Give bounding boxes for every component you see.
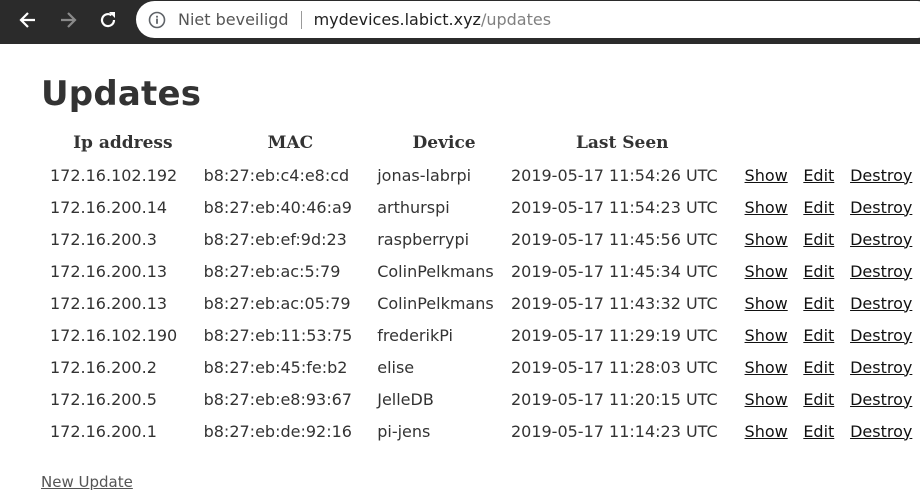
cell-last-seen: 2019-05-17 11:45:34 UTC (510, 261, 718, 281)
cell-device: jonas-labrpi (377, 165, 472, 185)
cell-ip: 172.16.200.3 (50, 229, 157, 249)
forward-arrow-icon (61, 12, 77, 28)
column-header-ip: Ip address (73, 133, 173, 153)
cell-ip: 172.16.200.5 (50, 389, 157, 409)
show-link[interactable]: Show (745, 326, 788, 345)
column-header-empty (745, 127, 804, 159)
show-link[interactable]: Show (745, 422, 788, 441)
cell-ip: 172.16.102.192 (50, 165, 178, 185)
cell-ip: 172.16.200.13 (50, 293, 168, 313)
show-link[interactable]: Show (745, 294, 788, 313)
show-link[interactable]: Show (745, 262, 788, 281)
cell-device: arthurspi (377, 197, 450, 217)
table-header-row: Ip address MAC Device Last Seen (42, 127, 920, 159)
cell-mac: b8:27:eb:c4:e8:cd (203, 165, 350, 185)
table-row: 172.16.200.5 b8:27:eb:e8:93:67 JelleDB 2… (42, 383, 920, 415)
cell-device: frederikPi (377, 325, 453, 345)
destroy-link[interactable]: Destroy (850, 230, 912, 249)
show-link[interactable]: Show (745, 358, 788, 377)
updates-table: Ip address MAC Device Last Seen 172.16.1… (42, 127, 920, 447)
cell-last-seen: 2019-05-17 11:45:56 UTC (510, 229, 718, 249)
table-row: 172.16.200.1 b8:27:eb:de:92:16 pi-jens 2… (42, 415, 920, 447)
cell-device: elise (377, 357, 415, 377)
cell-last-seen: 2019-05-17 11:28:03 UTC (510, 357, 718, 377)
destroy-link[interactable]: Destroy (850, 198, 912, 217)
destroy-link[interactable]: Destroy (850, 390, 912, 409)
table-body: 172.16.102.192 b8:27:eb:c4:e8:cd jonas-l… (42, 159, 920, 447)
destroy-link[interactable]: Destroy (850, 358, 912, 377)
url-path: /updates (480, 10, 552, 29)
cell-mac: b8:27:eb:ac:05:79 (203, 293, 351, 313)
cell-mac: b8:27:eb:ac:5:79 (203, 261, 341, 281)
show-link[interactable]: Show (745, 166, 788, 185)
cell-last-seen: 2019-05-17 11:54:26 UTC (510, 165, 718, 185)
back-arrow-icon (19, 12, 35, 28)
table-row: 172.16.200.14 b8:27:eb:40:46:a9 arthursp… (42, 191, 920, 223)
show-link[interactable]: Show (745, 230, 788, 249)
cell-mac: b8:27:eb:11:53:75 (203, 325, 353, 345)
cell-last-seen: 2019-05-17 11:43:32 UTC (510, 293, 718, 313)
edit-link[interactable]: Edit (803, 294, 834, 313)
cell-ip: 172.16.200.13 (50, 261, 168, 281)
destroy-link[interactable]: Destroy (850, 262, 912, 281)
cell-device: ColinPelkmans (377, 293, 494, 313)
cell-mac: b8:27:eb:e8:93:67 (203, 389, 352, 409)
edit-link[interactable]: Edit (803, 422, 834, 441)
edit-link[interactable]: Edit (803, 166, 834, 185)
reload-icon (100, 12, 116, 28)
browser-toolbar: Niet beveiligd mydevices.labict.xyz/upda… (0, 0, 920, 44)
address-bar[interactable]: Niet beveiligd mydevices.labict.xyz/upda… (136, 1, 920, 38)
cell-mac: b8:27:eb:45:fe:b2 (203, 357, 348, 377)
cell-device: pi-jens (377, 421, 431, 441)
column-header-mac: MAC (267, 133, 314, 153)
cell-last-seen: 2019-05-17 11:20:15 UTC (510, 389, 718, 409)
cell-ip: 172.16.200.1 (50, 421, 157, 441)
cell-device: raspberrypi (377, 229, 470, 249)
edit-link[interactable]: Edit (803, 358, 834, 377)
edit-link[interactable]: Edit (803, 230, 834, 249)
column-header-device: Device (412, 133, 476, 153)
cell-device: ColinPelkmans (377, 261, 494, 281)
cell-mac: b8:27:eb:de:92:16 (203, 421, 352, 441)
cell-last-seen: 2019-05-17 11:29:19 UTC (510, 325, 718, 345)
new-update-link[interactable]: New Update (41, 473, 133, 491)
cell-ip: 172.16.200.2 (50, 357, 157, 377)
page-title: Updates (41, 74, 202, 114)
show-link[interactable]: Show (745, 390, 788, 409)
table-row: 172.16.200.3 b8:27:eb:ef:9d:23 raspberry… (42, 223, 920, 255)
table-row: 172.16.102.190 b8:27:eb:11:53:75 frederi… (42, 319, 920, 351)
show-link[interactable]: Show (745, 198, 788, 217)
column-header-empty (850, 127, 920, 159)
edit-link[interactable]: Edit (803, 326, 834, 345)
info-icon[interactable] (148, 11, 166, 29)
forward-button[interactable] (48, 0, 88, 40)
edit-link[interactable]: Edit (803, 390, 834, 409)
cell-mac: b8:27:eb:ef:9d:23 (203, 229, 347, 249)
table-row: 172.16.200.2 b8:27:eb:45:fe:b2 elise 201… (42, 351, 920, 383)
column-header-empty (803, 127, 850, 159)
security-status: Niet beveiligd (178, 10, 289, 29)
edit-link[interactable]: Edit (803, 262, 834, 281)
edit-link[interactable]: Edit (803, 198, 834, 217)
cell-device: JelleDB (377, 389, 434, 409)
table-row: 172.16.200.13 b8:27:eb:ac:5:79 ColinPelk… (42, 255, 920, 287)
cell-ip: 172.16.102.190 (50, 325, 178, 345)
table-row: 172.16.102.192 b8:27:eb:c4:e8:cd jonas-l… (42, 159, 920, 191)
address-separator (300, 10, 302, 29)
cell-last-seen: 2019-05-17 11:54:23 UTC (510, 197, 718, 217)
destroy-link[interactable]: Destroy (850, 294, 912, 313)
url-host: mydevices.labict.xyz (313, 10, 481, 29)
cell-mac: b8:27:eb:40:46:a9 (203, 197, 352, 217)
back-button[interactable] (8, 0, 48, 40)
destroy-link[interactable]: Destroy (850, 326, 912, 345)
cell-ip: 172.16.200.14 (50, 197, 168, 217)
cell-last-seen: 2019-05-17 11:14:23 UTC (510, 421, 718, 441)
table-row: 172.16.200.13 b8:27:eb:ac:05:79 ColinPel… (42, 287, 920, 319)
destroy-link[interactable]: Destroy (850, 422, 912, 441)
destroy-link[interactable]: Destroy (850, 166, 912, 185)
column-header-last-seen: Last Seen (575, 133, 669, 153)
reload-button[interactable] (88, 0, 128, 40)
